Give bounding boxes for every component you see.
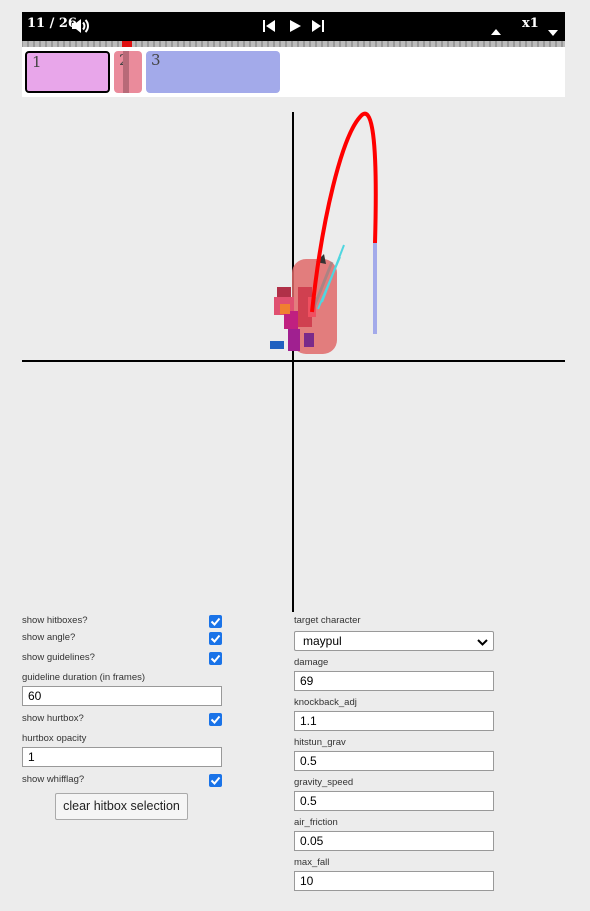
damage-label-row: damage [294, 651, 494, 671]
chevron-down-icon [477, 636, 488, 650]
max-fall-label: max_fall [294, 857, 330, 868]
speed-up-icon[interactable] [490, 23, 502, 41]
display-settings: show hitboxes? show angle? show guidelin… [22, 612, 222, 820]
target-character-select[interactable]: maypul [294, 631, 494, 651]
skip-forward-icon[interactable] [311, 19, 325, 38]
knockback-adj-label-row: knockback_adj [294, 691, 494, 711]
window-3[interactable]: 3 [146, 51, 280, 93]
show-whifflag-row: show whifflag? [22, 774, 222, 794]
hurtbox-opacity-label: hurtbox opacity [22, 733, 87, 744]
show-guidelines-label: show guidelines? [22, 652, 95, 663]
max-fall-label-row: max_fall [294, 851, 494, 871]
hurtbox-opacity-input[interactable] [22, 747, 222, 767]
guideline-duration-input[interactable] [22, 686, 222, 706]
window-3-label: 3 [151, 51, 161, 69]
show-hurtbox-label: show hurtbox? [22, 713, 84, 724]
show-angle-label: show angle? [22, 632, 76, 643]
show-guidelines-checkbox[interactable] [209, 652, 222, 665]
speed-down-icon[interactable] [547, 24, 559, 42]
volume-icon[interactable] [70, 16, 90, 41]
window-1-label: 1 [32, 53, 42, 71]
air-friction-label-row: air_friction [294, 811, 494, 831]
speed-value: x1 [522, 16, 539, 31]
hitstun-grav-label-row: hitstun_grav [294, 731, 494, 751]
damage-label: damage [294, 657, 329, 668]
target-character-label: target character [294, 615, 361, 626]
window-timeline: 1 2 3 [22, 47, 565, 97]
show-angle-row: show angle? [22, 632, 222, 652]
show-hitboxes-checkbox[interactable] [209, 615, 222, 628]
window-2-marker [123, 51, 129, 93]
target-character-label-row: target character [294, 615, 494, 631]
hitstun-grav-label: hitstun_grav [294, 737, 346, 748]
show-hurtbox-row: show hurtbox? [22, 713, 222, 733]
physics-settings: target character maypul damage knockback… [294, 612, 494, 891]
window-1[interactable]: 1 [25, 51, 110, 93]
gravity-speed-label-row: gravity_speed [294, 771, 494, 791]
hurtbox-opacity-label-row: hurtbox opacity [22, 733, 222, 747]
hitbox-stage [22, 111, 565, 612]
gravity-speed-label: gravity_speed [294, 777, 354, 788]
air-friction-label: air_friction [294, 817, 338, 828]
damage-input[interactable] [294, 671, 494, 691]
window-2[interactable]: 2 [114, 51, 142, 93]
knockback-adj-input[interactable] [294, 711, 494, 731]
show-whifflag-checkbox[interactable] [209, 774, 222, 787]
target-character-value: maypul [303, 634, 342, 648]
show-guidelines-row: show guidelines? [22, 652, 222, 672]
skip-back-icon[interactable] [262, 19, 276, 38]
play-icon[interactable] [288, 19, 302, 38]
knockback-adj-label: knockback_adj [294, 697, 357, 708]
air-friction-input[interactable] [294, 831, 494, 851]
guideline-duration-label-row: guideline duration (in frames) [22, 672, 222, 686]
guideline-duration-label: guideline duration (in frames) [22, 672, 146, 683]
clear-hitbox-selection-button[interactable]: clear hitbox selection [55, 793, 188, 820]
max-fall-input[interactable] [294, 871, 494, 891]
show-hurtbox-checkbox[interactable] [209, 713, 222, 726]
hitstun-grav-input[interactable] [294, 751, 494, 771]
show-whifflag-label: show whifflag? [22, 774, 85, 785]
show-angle-checkbox[interactable] [209, 632, 222, 645]
player-toolbar: 11 / 26 x1 [22, 12, 565, 42]
gravity-speed-input[interactable] [294, 791, 494, 811]
show-hitboxes-label: show hitboxes? [22, 615, 88, 626]
